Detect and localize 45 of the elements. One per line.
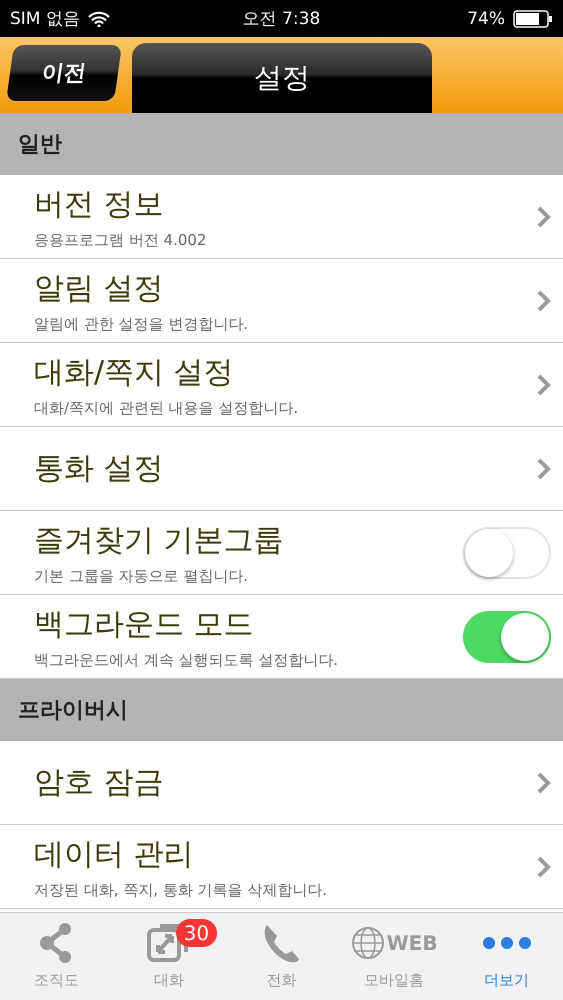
battery-icon [513,10,553,28]
section-header: 프라이버시 [0,679,563,741]
carrier-label: SIM 없음 [10,8,80,30]
chevron-icon [537,290,551,312]
globe-icon [350,926,385,960]
screen-title: 설정 [132,43,432,113]
unread-badge: 30 [176,919,218,947]
chevron-icon [537,458,551,480]
row-title: 데이터 관리 [34,836,195,874]
chevron-icon [537,856,551,878]
wifi-icon [88,10,110,26]
chevron-icon [537,374,551,396]
row-title: 대화/쪽지 설정 [34,354,235,392]
section-header: 일반 [0,113,563,175]
toggle-switch[interactable] [463,610,551,662]
row-title: 백그라운드 모드 [34,606,255,644]
row-subtitle: 기본 그룹을 자동으로 펼칩니다. [34,566,250,586]
row-subtitle: 저장된 대화, 쪽지, 통화 기록을 삭제합니다. [34,880,328,900]
settings-row[interactable]: 알림 설정 알림에 관한 설정을 변경합니다. [0,259,563,343]
row-title: 통화 설정 [34,450,165,488]
share-icon [39,922,74,964]
row-subtitle: 백그라운드에서 계속 실행되도록 설정합니다. [34,650,340,670]
chevron-icon [537,772,551,794]
settings-row[interactable]: 통화 설정 [0,427,563,511]
toggle-switch[interactable] [463,526,551,578]
row-subtitle: 대화/쪽지에 관련된 내용을 설정합니다. [34,398,300,418]
settings-row[interactable]: 데이터 관리 저장된 대화, 쪽지, 통화 기록을 삭제합니다. [0,825,563,909]
row-title: 버전 정보 [34,186,165,224]
row-subtitle: 알림에 관한 설정을 변경합니다. [34,314,250,334]
settings-row[interactable]: 즐겨찾기 기본그룹 기본 그룹을 자동으로 펼칩니다. [0,511,563,595]
settings-row[interactable]: 암호 잠금 [0,741,563,825]
web-label: WEB [386,931,438,955]
row-title: 알림 설정 [34,270,165,308]
chevron-icon [537,206,551,228]
back-button[interactable]: 이전 [6,45,122,101]
clock-time: 오전 7:38 [242,8,320,30]
row-title: 암호 잠금 [34,764,165,802]
row-subtitle: 응용프로그램 버전 4.002 [34,230,208,250]
tab-bar-item[interactable]: 더보기 [450,913,563,1000]
battery-percent: 74% [467,8,505,28]
tab-bar-item[interactable]: 30 대화 [112,913,226,1000]
settings-row[interactable]: 대화/쪽지 설정 대화/쪽지에 관련된 내용을 설정합니다. [0,343,563,427]
more-icon [482,936,532,950]
settings-row[interactable]: 버전 정보 응용프로그램 버전 4.002 [0,175,563,259]
row-title: 즐겨찾기 기본그룹 [34,522,285,560]
